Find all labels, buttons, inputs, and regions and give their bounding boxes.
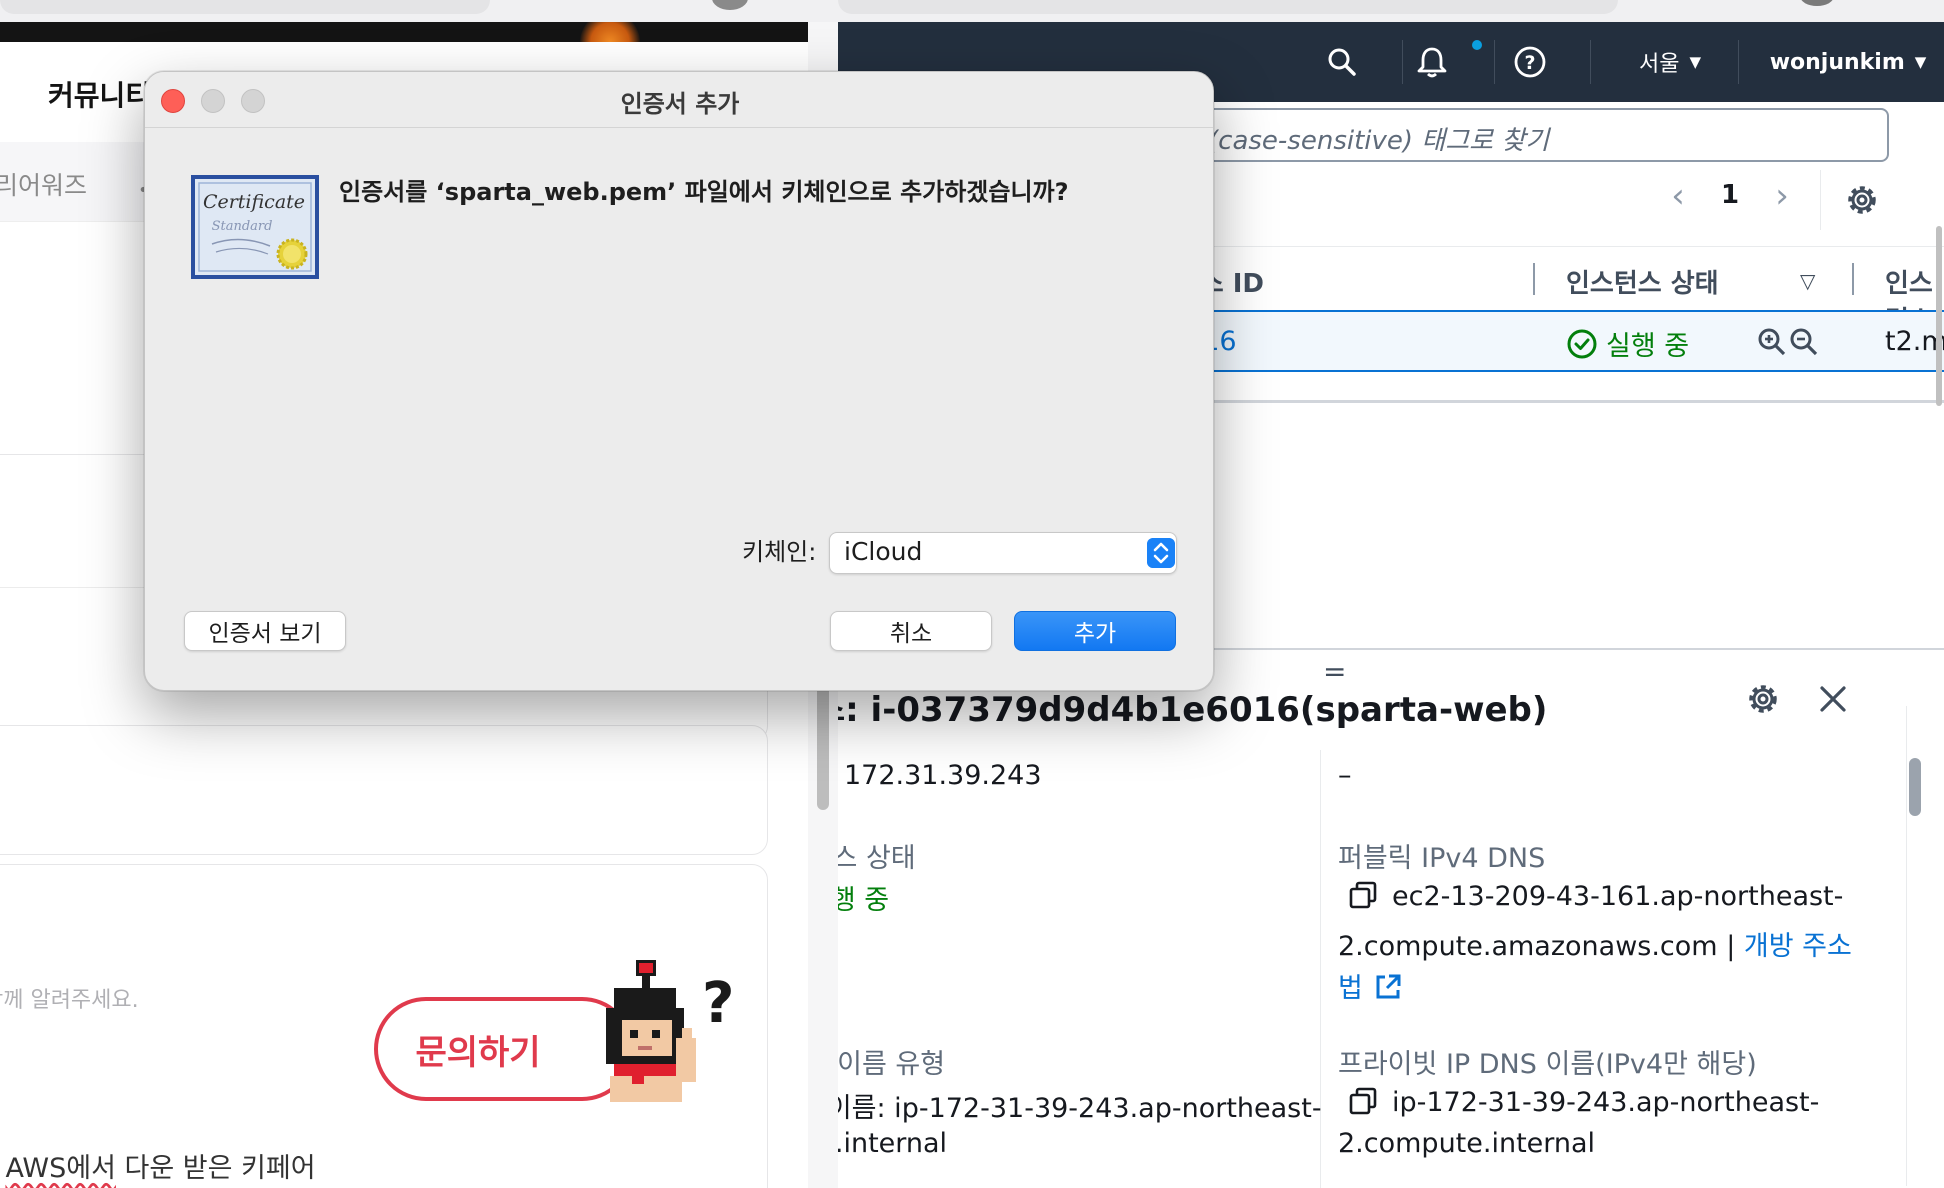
pagination-page-1[interactable]: 1 (1710, 180, 1750, 220)
private-dns-text-1: ip-172-31-39-243.ap-northeast- (1392, 1087, 1820, 1118)
instance-state-label: 인스턴스 상태 (838, 843, 916, 874)
chevron-down-icon: ▼ (1914, 53, 1927, 71)
nav-divider (1738, 40, 1739, 84)
left-profile-avatar[interactable] (712, 0, 748, 10)
add-certificate-dialog: 인증서 추가 Certificate Standard 인증서를 ‘sparta… (144, 71, 1214, 691)
nav-divider (1494, 40, 1495, 84)
public-dns-line1: ec2-13-209-43-161.ap-northeast- (1348, 880, 1843, 912)
community-title: 커뮤니티 (48, 79, 152, 112)
zoom-in-icon[interactable] (1756, 326, 1788, 358)
open-address-link[interactable]: 개방 주소 (1744, 931, 1852, 962)
private-dns-line2: 2.compute.internal (1338, 1128, 1596, 1159)
gear-icon[interactable] (1742, 678, 1784, 720)
public-dns-text-1: ec2-13-209-43-161.ap-northeast- (1392, 881, 1844, 912)
region-selector[interactable]: 서울 ▼ (1620, 40, 1720, 84)
instance-details-panel: 인스턴스: i-037379d9d4b1e6016(sparta-web) 17… (838, 650, 1944, 1188)
view-certificate-button[interactable]: 인증서 보기 (184, 611, 346, 651)
help-icon[interactable]: ? (1504, 40, 1556, 84)
details-scrollbar[interactable] (1906, 706, 1922, 1186)
copy-icon[interactable] (1348, 1086, 1378, 1116)
right-browser-toolbar (838, 0, 1944, 22)
scrollbar-thumb[interactable] (1909, 758, 1921, 816)
column-header-instance-state[interactable]: 인스턴스 상태 (1566, 263, 1719, 300)
cert-icon-title: Certificate (203, 191, 305, 213)
public-dns-line2: 2.compute.amazonaws.com | 개방 주소 (1338, 924, 1852, 963)
caret-down-icon[interactable]: ▽ (1800, 269, 1815, 293)
open-address-link-cont[interactable]: 법 (1338, 973, 1363, 1004)
private-ip-value: 172.31.39.243 (844, 760, 1042, 791)
close-icon[interactable] (1812, 678, 1854, 720)
public-dns-separator: | (1717, 931, 1744, 962)
instance-state-cell: 실행 중 (1566, 324, 1689, 363)
svg-text:?: ? (1524, 52, 1535, 74)
notification-dot (1472, 40, 1482, 50)
region-label: 서울 (1638, 52, 1680, 77)
post-excerpt-suffix: 다운 받은 키페어 (115, 1153, 316, 1184)
dialog-question: 인증서를 ‘sparta_web.pem’ 파일에서 키체인으로 추가하겠습니까… (339, 178, 1069, 206)
nav-divider (1590, 40, 1591, 84)
private-dns-label: 프라이빗 IP DNS 이름(IPv4만 해당) (1338, 1049, 1757, 1080)
zoom-out-icon[interactable] (1788, 326, 1820, 358)
public-dns-line3: 법 (1338, 966, 1403, 1005)
pagination-prev-button[interactable]: ‹ (1658, 176, 1698, 220)
nav-item-careerwards[interactable]: 커리어워즈 (0, 166, 87, 202)
instance-state-detail-value: 실행 중 (838, 885, 890, 916)
column-resizer[interactable] (1852, 263, 1854, 295)
user-menu[interactable]: wonjunkim ▼ (1758, 40, 1938, 84)
keychain-select[interactable]: iCloud (829, 532, 1177, 574)
inquiry-hint-text: ...함께 알려주세요. (0, 988, 139, 1013)
dialog-title: 인증서 추가 (620, 90, 740, 118)
left-address-bar[interactable] (0, 0, 490, 14)
keychain-label: 키체인: (742, 538, 817, 566)
svg-text:?: ? (702, 971, 734, 1036)
public-ip-value: – (1338, 760, 1352, 791)
private-dns-line1: ip-172-31-39-243.ap-northeast- (1348, 1086, 1819, 1118)
hostname-line2: 2.compute.internal (838, 1128, 948, 1159)
nav-divider (1402, 40, 1403, 84)
cert-icon-subtitle: Standard (212, 219, 273, 234)
public-dns-text-2: 2.compute.amazonaws.com (1338, 931, 1718, 962)
copy-icon[interactable] (1348, 880, 1378, 910)
right-profile-avatar[interactable] (1800, 0, 1834, 6)
post-excerpt-aws: AWS에서 (5, 1153, 116, 1184)
column-resizer[interactable] (1533, 263, 1535, 295)
pagination-next-button[interactable]: › (1762, 176, 1802, 220)
left-browser-toolbar (0, 0, 838, 22)
cancel-button[interactable]: 취소 (830, 611, 992, 651)
user-name: wonjunkim (1769, 49, 1905, 75)
content-card (0, 725, 768, 855)
add-button[interactable]: 추가 (1014, 611, 1176, 651)
dialog-titlebar[interactable]: 인증서 추가 (145, 72, 1213, 128)
right-address-bar[interactable] (838, 0, 1618, 14)
search-icon[interactable] (1316, 40, 1368, 84)
instance-state-value: 실행 중 (1606, 331, 1690, 362)
certificate-icon: Certificate Standard (191, 175, 319, 279)
spartan-mascot-icon: ? (606, 960, 734, 1102)
public-dns-label: 퍼블릭 IPv4 DNS (1338, 843, 1546, 874)
gear-icon[interactable] (1840, 178, 1884, 222)
hostname-line1: IP 이름: ip-172-31-39-243.ap-northeast- (838, 1093, 1322, 1124)
table-scrollbar[interactable] (1936, 226, 1942, 406)
banner-glow (580, 22, 640, 42)
bell-icon[interactable] (1406, 40, 1458, 84)
pager-divider (1820, 170, 1821, 230)
external-link-icon[interactable] (1373, 972, 1403, 1002)
post-excerpt: 제 AWS에서 다운 받은 키페어 (0, 1146, 316, 1185)
chevron-down-icon: ▼ (1689, 53, 1702, 71)
left-hero-banner (0, 22, 808, 42)
hostname-type-label: 호스트 이름 유형 (838, 1049, 946, 1080)
chevron-updown-icon[interactable] (1147, 538, 1175, 568)
status-success-icon (1567, 329, 1597, 358)
